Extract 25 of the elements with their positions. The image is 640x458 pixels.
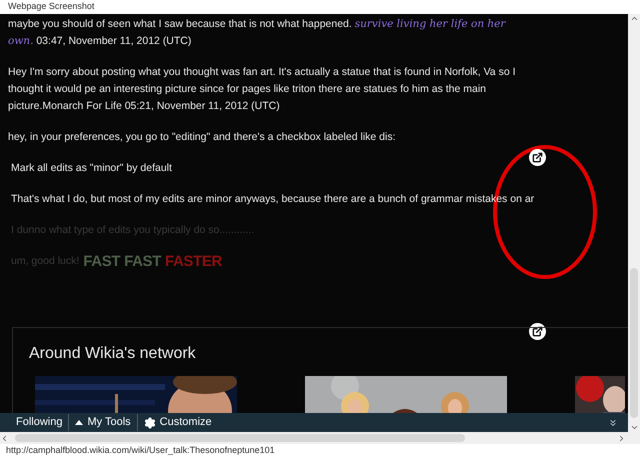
comment-text: Mark all edits as "minor" by default (11, 161, 172, 176)
vertical-scrollbar[interactable] (628, 14, 640, 432)
scroll-down-icon[interactable] (630, 423, 638, 432)
toolbar-button[interactable]: My Tools (87, 414, 131, 431)
chevrons-down-icon[interactable] (608, 418, 618, 428)
scroll-right-icon[interactable] (617, 434, 626, 442)
section-heading: Around Wikia's network (29, 344, 197, 364)
scroll-left-icon[interactable] (0, 434, 9, 442)
badge-word: FAST (124, 253, 161, 270)
comment-text: hey, in your preferences, you go to "editing" and there's a checkbox labeled like dis: (8, 130, 396, 145)
horizontal-scrollbar[interactable] (0, 432, 640, 444)
scroll-thumb[interactable] (15, 434, 465, 442)
window-title: Webpage Screenshot (8, 0, 94, 14)
external-link-icon[interactable] (529, 323, 546, 340)
scroll-up-icon[interactable] (630, 14, 638, 23)
scroll-thumb[interactable] (630, 268, 638, 418)
toolbar-button[interactable]: Following (16, 414, 62, 431)
comment-text: maybe you should of seen what I saw because that is not what happened. survive living her life on her own. 03:47, November 11, 2012 (UTC) (8, 17, 507, 49)
badge-word: FAST (83, 253, 120, 270)
external-link-icon[interactable] (529, 149, 546, 166)
comment-text: Hey I'm sorry about posting what you thought was fan art. It's actually a statue that is found in Norfolk, Va so I thought it would pe an interesting picture since for pages like triton there are statues fo him as the main picture.Monarch For Life 05:21, November 11, 2012 (UTC) (8, 65, 516, 114)
status-url: http://camphalfblood.wikia.com/wiki/User_talk:Thesonofneptune101 (6, 444, 275, 458)
gear-icon (144, 416, 156, 428)
badge-word: FASTER (164, 253, 222, 270)
toolbar-button[interactable]: Customize (160, 414, 212, 431)
